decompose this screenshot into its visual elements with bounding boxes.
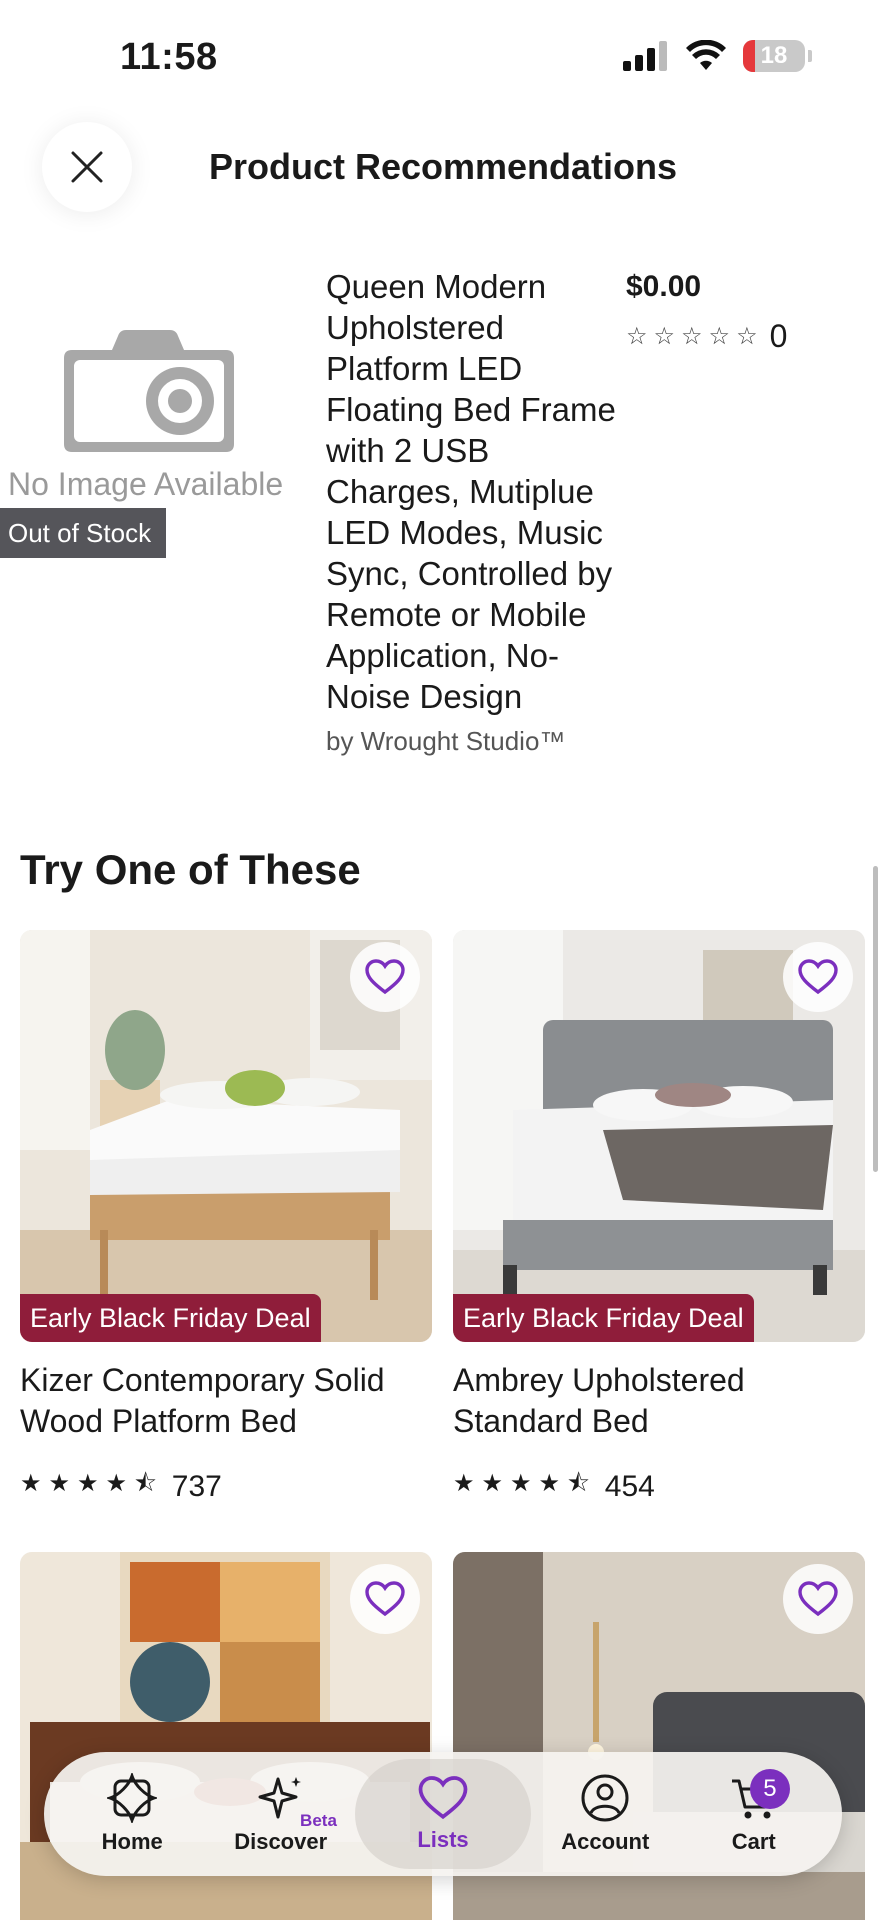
nav-discover[interactable]: Discover Beta xyxy=(206,1759,354,1869)
account-icon xyxy=(581,1774,629,1822)
nav-lists[interactable]: Lists xyxy=(354,1759,532,1869)
nav-label: Lists xyxy=(417,1827,469,1852)
wishlist-button[interactable] xyxy=(783,1564,853,1634)
product-card-title[interactable]: Kizer Contemporary Solid Wood Platform B… xyxy=(20,1360,432,1442)
product-image[interactable]: Early Black Friday Deal xyxy=(20,930,432,1342)
no-image-text: No Image Available xyxy=(8,466,284,502)
wishlist-button[interactable] xyxy=(350,942,420,1012)
cart-count-badge: 5 xyxy=(749,1769,790,1809)
product-title[interactable]: Queen Modern Upholstered Platform LED Fl… xyxy=(326,266,626,717)
beta-badge: Beta xyxy=(300,1811,337,1830)
product-brand[interactable]: by Wrought Studio™ xyxy=(326,726,565,757)
camera-icon xyxy=(64,330,234,452)
status-bar: 11:58 18 xyxy=(0,0,886,110)
nav-account[interactable]: Account xyxy=(531,1759,679,1869)
battery-icon: 18 xyxy=(743,40,805,72)
section-title: Try One of These xyxy=(20,846,361,893)
status-icons: 18 xyxy=(623,40,812,72)
product-card-rating: ★★★★⯪ 454 xyxy=(453,1466,865,1507)
wishlist-button[interactable] xyxy=(350,1564,420,1634)
nav-label: Cart xyxy=(731,1829,776,1854)
product-price: $0.00 xyxy=(626,270,702,303)
rating-stars-icon: ★★★★⯪ xyxy=(20,1470,164,1497)
out-of-stock-badge: Out of Stock xyxy=(0,508,166,558)
sparkle-icon xyxy=(258,1777,301,1819)
status-time: 11:58 xyxy=(120,36,218,78)
nav-home[interactable]: Home xyxy=(58,1759,206,1869)
home-icon xyxy=(107,1773,158,1823)
product-rating: ☆☆☆☆☆ 0 xyxy=(626,318,787,355)
rating-stars-icon: ☆☆☆☆☆ xyxy=(626,323,764,350)
scrollbar[interactable] xyxy=(873,866,878,1172)
heart-icon xyxy=(365,959,405,995)
product-image[interactable]: Early Black Friday Deal xyxy=(453,930,865,1342)
signal-icon xyxy=(623,41,667,71)
bottom-nav: Home Discover Beta Lists Account Cart 5 xyxy=(44,1752,842,1876)
nav-label: Account xyxy=(561,1829,650,1854)
nav-label: Discover xyxy=(234,1829,328,1854)
rating-count: 737 xyxy=(171,1469,222,1503)
rating-count: 0 xyxy=(769,318,788,354)
heart-icon xyxy=(798,1581,838,1617)
battery-level: 18 xyxy=(760,42,788,69)
product-card[interactable]: Early Black Friday Deal Kizer Contempora… xyxy=(20,930,432,1507)
nav-label: Home xyxy=(101,1829,163,1854)
rating-count: 454 xyxy=(604,1469,655,1503)
wifi-icon xyxy=(686,40,726,70)
rating-stars-icon: ★★★★⯪ xyxy=(453,1470,597,1497)
heart-icon xyxy=(365,1581,405,1617)
heart-icon xyxy=(418,1776,468,1820)
wishlist-button[interactable] xyxy=(783,942,853,1012)
product-card-rating: ★★★★⯪ 737 xyxy=(20,1466,432,1507)
deal-badge: Early Black Friday Deal xyxy=(453,1294,754,1342)
heart-icon xyxy=(798,959,838,995)
page-title: Product Recommendations xyxy=(208,146,678,187)
product-card[interactable]: Early Black Friday Deal Ambrey Upholster… xyxy=(453,930,865,1507)
deal-badge: Early Black Friday Deal xyxy=(20,1294,321,1342)
product-card-title[interactable]: Ambrey Upholstered Standard Bed xyxy=(453,1360,865,1442)
nav-cart[interactable]: Cart 5 xyxy=(680,1759,828,1869)
